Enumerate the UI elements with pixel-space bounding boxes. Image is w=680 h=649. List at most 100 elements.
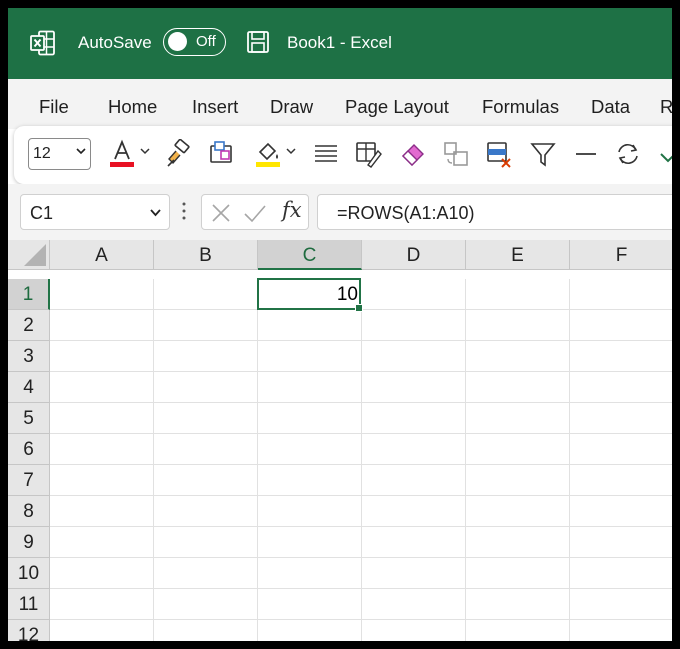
cell-a8[interactable]	[50, 496, 154, 527]
menu-data[interactable]: Data	[591, 96, 630, 118]
cell-e3[interactable]	[466, 341, 570, 372]
cell-c5[interactable]	[258, 403, 362, 434]
save-icon[interactable]	[246, 30, 270, 54]
cell-d9[interactable]	[362, 527, 466, 558]
cell-e6[interactable]	[466, 434, 570, 465]
cell-c10[interactable]	[258, 558, 362, 589]
cell-f6[interactable]	[570, 434, 672, 465]
filter-icon[interactable]	[529, 139, 557, 169]
menu-page-layout[interactable]: Page Layout	[345, 96, 449, 118]
row-header-8[interactable]: 8	[8, 496, 50, 527]
cell-b2[interactable]	[154, 310, 258, 341]
row-header-7[interactable]: 7	[8, 465, 50, 496]
eraser-icon[interactable]	[399, 139, 427, 169]
column-header-f[interactable]: F	[570, 240, 672, 270]
cell-b9[interactable]	[154, 527, 258, 558]
cell-e10[interactable]	[466, 558, 570, 589]
menu-review[interactable]: Re	[660, 96, 672, 118]
line-icon[interactable]	[572, 139, 600, 169]
menu-formulas[interactable]: Formulas	[482, 96, 559, 118]
cell-e5[interactable]	[466, 403, 570, 434]
row-header-10[interactable]: 10	[8, 558, 50, 589]
cell-d6[interactable]	[362, 434, 466, 465]
cell-d7[interactable]	[362, 465, 466, 496]
column-header-c[interactable]: C	[258, 240, 362, 270]
chevron-down-icon[interactable]	[140, 147, 150, 155]
cell-a11[interactable]	[50, 589, 154, 620]
cell-d10[interactable]	[362, 558, 466, 589]
cell-f2[interactable]	[570, 310, 672, 341]
cell-b10[interactable]	[154, 558, 258, 589]
cell-c8[interactable]	[258, 496, 362, 527]
cell-f3[interactable]	[570, 341, 672, 372]
cell-f1[interactable]	[570, 279, 672, 310]
cell-e1[interactable]	[466, 279, 570, 310]
cell-a10[interactable]	[50, 558, 154, 589]
align-icon[interactable]	[312, 139, 340, 169]
cell-a7[interactable]	[50, 465, 154, 496]
cell-f9[interactable]	[570, 527, 672, 558]
row-header-1[interactable]: 1	[8, 279, 50, 310]
format-painter-icon[interactable]	[164, 139, 192, 169]
row-header-6[interactable]: 6	[8, 434, 50, 465]
cell-f5[interactable]	[570, 403, 672, 434]
cell-e2[interactable]	[466, 310, 570, 341]
format-cells-icon[interactable]	[354, 139, 382, 169]
copy-format-icon[interactable]	[442, 139, 470, 169]
cell-c6[interactable]	[258, 434, 362, 465]
menu-home[interactable]: Home	[108, 96, 157, 118]
cell-c11[interactable]	[258, 589, 362, 620]
font-size-select[interactable]: 12	[28, 138, 91, 170]
cell-a6[interactable]	[50, 434, 154, 465]
insert-function-icon[interactable]: fx	[282, 198, 302, 222]
cell-f10[interactable]	[570, 558, 672, 589]
cell-d11[interactable]	[362, 589, 466, 620]
formula-input[interactable]: =ROWS(A1:A10)	[317, 194, 672, 230]
cell-e9[interactable]	[466, 527, 570, 558]
delete-cells-icon[interactable]	[485, 139, 513, 169]
refresh-icon[interactable]	[614, 139, 642, 169]
row-header-11[interactable]: 11	[8, 589, 50, 620]
cell-a5[interactable]	[50, 403, 154, 434]
cell-a3[interactable]	[50, 341, 154, 372]
cell-b8[interactable]	[154, 496, 258, 527]
column-header-e[interactable]: E	[466, 240, 570, 270]
cell-e8[interactable]	[466, 496, 570, 527]
cell-d1[interactable]	[362, 279, 466, 310]
cell-a4[interactable]	[50, 372, 154, 403]
menu-file[interactable]: File	[39, 96, 69, 118]
column-header-b[interactable]: B	[154, 240, 258, 270]
cell-c4[interactable]	[258, 372, 362, 403]
cell-b4[interactable]	[154, 372, 258, 403]
cell-a1[interactable]	[50, 279, 154, 310]
row-header-5[interactable]: 5	[8, 403, 50, 434]
cell-f11[interactable]	[570, 589, 672, 620]
cell-d5[interactable]	[362, 403, 466, 434]
cell-d8[interactable]	[362, 496, 466, 527]
cell-c12[interactable]	[258, 620, 362, 641]
cell-c2[interactable]	[258, 310, 362, 341]
cell-e7[interactable]	[466, 465, 570, 496]
enter-check-icon[interactable]	[243, 203, 267, 223]
fill-handle[interactable]	[355, 304, 363, 312]
cell-d12[interactable]	[362, 620, 466, 641]
cell-b3[interactable]	[154, 341, 258, 372]
cell-b11[interactable]	[154, 589, 258, 620]
fill-color-icon[interactable]	[254, 139, 282, 169]
column-header-a[interactable]: A	[50, 240, 154, 270]
cell-d3[interactable]	[362, 341, 466, 372]
cell-b12[interactable]	[154, 620, 258, 641]
row-header-12[interactable]: 12	[8, 620, 50, 641]
cell-c7[interactable]	[258, 465, 362, 496]
cell-b7[interactable]	[154, 465, 258, 496]
cell-e12[interactable]	[466, 620, 570, 641]
cell-d2[interactable]	[362, 310, 466, 341]
cell-b1[interactable]	[154, 279, 258, 310]
cell-e4[interactable]	[466, 372, 570, 403]
cell-a12[interactable]	[50, 620, 154, 641]
cell-styles-icon[interactable]	[207, 139, 235, 169]
cell-b5[interactable]	[154, 403, 258, 434]
cell-f8[interactable]	[570, 496, 672, 527]
cancel-icon[interactable]	[211, 203, 231, 223]
cell-e11[interactable]	[466, 589, 570, 620]
